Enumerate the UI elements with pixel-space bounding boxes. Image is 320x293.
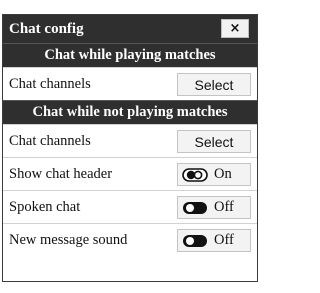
row-label: Spoken chat <box>9 198 81 215</box>
spoken-chat-toggle[interactable]: Off <box>177 196 251 219</box>
button-label: Select <box>194 133 234 150</box>
dialog-title: Chat config <box>9 20 84 37</box>
row-label: New message sound <box>9 231 128 248</box>
row-show-chat-header: Show chat header On <box>3 157 257 190</box>
toggle-state: On <box>214 166 232 182</box>
chat-config-dialog: Chat config × Chat while playing matches… <box>2 14 258 282</box>
switch-off-icon <box>182 234 208 248</box>
button-label: Select <box>194 76 234 93</box>
select-channels-playing-button[interactable]: Select <box>177 73 251 96</box>
select-channels-not-playing-button[interactable]: Select <box>177 130 251 153</box>
row-chat-channels-not-playing: Chat channels Select <box>3 124 257 157</box>
close-icon: × <box>229 21 241 36</box>
row-label: Chat channels <box>9 132 91 149</box>
section-header-not-playing: Chat while not playing matches <box>3 100 257 124</box>
row-label: Show chat header <box>9 165 113 182</box>
dialog-titlebar: Chat config × <box>3 15 257 43</box>
new-message-sound-toggle[interactable]: Off <box>177 229 251 252</box>
switch-on-icon <box>182 167 208 182</box>
row-label: Chat channels <box>9 75 91 92</box>
section-title: Chat while not playing matches <box>32 104 228 120</box>
switch-off-icon <box>182 201 208 215</box>
section-title: Chat while playing matches <box>44 47 216 63</box>
close-button[interactable]: × <box>221 19 249 38</box>
toggle-state: Off <box>214 199 234 215</box>
row-chat-channels-playing: Chat channels Select <box>3 67 257 100</box>
row-spoken-chat: Spoken chat Off <box>3 190 257 223</box>
section-header-playing: Chat while playing matches <box>3 43 257 67</box>
toggle-state: Off <box>214 232 234 248</box>
row-new-message-sound: New message sound Off <box>3 223 257 256</box>
show-chat-header-toggle[interactable]: On <box>177 163 251 186</box>
